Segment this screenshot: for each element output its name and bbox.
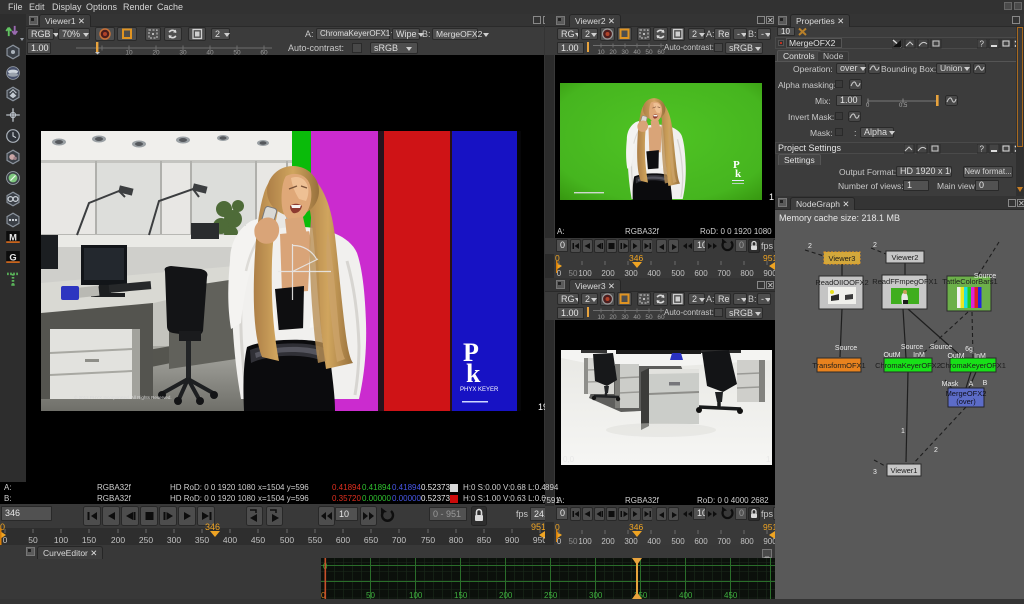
svg-text:850: 850 xyxy=(477,535,491,545)
svg-text:ChromaKeyerOFX2: ChromaKeyerOFX2 xyxy=(875,361,941,370)
svg-text:© 2012 PHYX Incorporated. All: © 2012 PHYX Incorporated. All Rights Res… xyxy=(74,394,172,400)
svg-text:200: 200 xyxy=(601,537,615,545)
svg-text:600: 600 xyxy=(336,535,350,545)
svg-text:700: 700 xyxy=(392,535,406,545)
svg-text:Source: Source xyxy=(930,344,952,351)
svg-text:50: 50 xyxy=(569,269,578,277)
svg-text:InM: InM xyxy=(913,352,925,359)
svg-text:300: 300 xyxy=(167,535,181,545)
svg-text:100: 100 xyxy=(54,535,68,545)
svg-text:50: 50 xyxy=(569,537,578,545)
svg-text:M: M xyxy=(9,232,17,242)
svg-text:?: ? xyxy=(980,40,985,49)
svg-text:300: 300 xyxy=(624,537,638,545)
svg-text:346: 346 xyxy=(629,522,643,532)
svg-text:400: 400 xyxy=(223,535,237,545)
svg-text:Viewer3: Viewer3 xyxy=(829,254,856,263)
svg-text:Memory cache size: 218.1 MB: Memory cache size: 218.1 MB xyxy=(779,213,900,223)
svg-text:800: 800 xyxy=(740,537,754,545)
svg-text:450: 450 xyxy=(724,591,738,599)
svg-text:0: 0 xyxy=(3,535,8,545)
svg-text:900: 900 xyxy=(505,535,519,545)
svg-text:100: 100 xyxy=(578,537,592,545)
svg-text:k: k xyxy=(466,359,481,388)
svg-text:B: B xyxy=(983,380,988,387)
svg-text:Mask: Mask xyxy=(942,381,959,388)
svg-text:200: 200 xyxy=(111,535,125,545)
svg-text:300: 300 xyxy=(624,269,638,277)
svg-text:0: 0 xyxy=(557,269,562,277)
svg-text:400: 400 xyxy=(679,591,693,599)
svg-text:346: 346 xyxy=(205,522,220,532)
svg-text:200: 200 xyxy=(601,269,615,277)
svg-text:0,0: 0,0 xyxy=(563,455,575,464)
svg-text:900: 900 xyxy=(763,269,775,277)
svg-text:500: 500 xyxy=(671,269,685,277)
svg-text:500: 500 xyxy=(671,537,685,545)
svg-text:600: 600 xyxy=(694,537,708,545)
svg-text:800: 800 xyxy=(449,535,463,545)
svg-text:150: 150 xyxy=(454,591,468,599)
svg-text:300: 300 xyxy=(589,591,603,599)
svg-text:TransformOFX1: TransformOFX1 xyxy=(812,361,865,370)
svg-text:200: 200 xyxy=(499,591,513,599)
svg-text:Source: Source xyxy=(974,273,996,280)
svg-text:2: 2 xyxy=(873,242,877,249)
svg-text:2: 2 xyxy=(934,447,938,454)
svg-text:1: 1 xyxy=(766,455,771,464)
svg-text:250: 250 xyxy=(544,591,558,599)
svg-text:350: 350 xyxy=(195,535,209,545)
svg-text:6g: 6g xyxy=(965,346,973,353)
svg-text:k: k xyxy=(735,168,742,180)
svg-text:550: 550 xyxy=(308,535,322,545)
svg-text:50: 50 xyxy=(28,535,38,545)
svg-text:0: 0 xyxy=(866,103,870,107)
svg-text:600: 600 xyxy=(694,269,708,277)
svg-text:2: 2 xyxy=(808,243,812,250)
svg-text:100: 100 xyxy=(409,591,423,599)
svg-text:50: 50 xyxy=(366,591,375,599)
svg-text:OutM: OutM xyxy=(883,352,900,359)
svg-text:Source: Source xyxy=(901,344,923,351)
svg-text:Viewer1: Viewer1 xyxy=(891,466,918,475)
svg-text:150: 150 xyxy=(82,535,96,545)
svg-text:700: 700 xyxy=(717,537,731,545)
svg-text:0.5: 0.5 xyxy=(899,103,908,107)
svg-text:950: 950 xyxy=(533,535,545,545)
svg-text:1: 1 xyxy=(901,428,905,435)
svg-text:100: 100 xyxy=(578,269,592,277)
svg-text:InM: InM xyxy=(974,353,986,360)
svg-text:951: 951 xyxy=(763,522,775,532)
svg-text:700: 700 xyxy=(717,269,731,277)
svg-text:450: 450 xyxy=(251,535,265,545)
svg-text:?: ? xyxy=(980,145,985,154)
svg-text:951: 951 xyxy=(531,522,545,532)
svg-text:900: 900 xyxy=(763,537,775,545)
svg-text:ReadOIIOOFX2: ReadOIIOOFX2 xyxy=(815,278,868,287)
svg-text:Viewer2: Viewer2 xyxy=(892,253,919,262)
svg-text:ReadFFmpegOFX1: ReadFFmpegOFX1 xyxy=(872,277,937,286)
svg-text:ChromaKeyerOFX1: ChromaKeyerOFX1 xyxy=(940,361,1006,370)
svg-text:400: 400 xyxy=(647,537,661,545)
svg-text:750: 750 xyxy=(421,535,435,545)
svg-text:250: 250 xyxy=(139,535,153,545)
svg-text:951: 951 xyxy=(763,253,775,263)
svg-text:Source: Source xyxy=(835,345,857,352)
svg-text:800: 800 xyxy=(740,269,754,277)
svg-text:(over): (over) xyxy=(956,397,976,406)
svg-text:A: A xyxy=(969,381,974,388)
svg-text:PHYX KEYER: PHYX KEYER xyxy=(460,387,499,393)
svg-text:3: 3 xyxy=(873,469,877,476)
svg-text:346: 346 xyxy=(629,253,643,263)
svg-text:500: 500 xyxy=(280,535,294,545)
svg-text:G: G xyxy=(9,252,16,262)
svg-text:400: 400 xyxy=(647,269,661,277)
svg-text:0: 0 xyxy=(557,537,562,545)
svg-text:650: 650 xyxy=(364,535,378,545)
svg-text:OutM: OutM xyxy=(947,353,964,360)
